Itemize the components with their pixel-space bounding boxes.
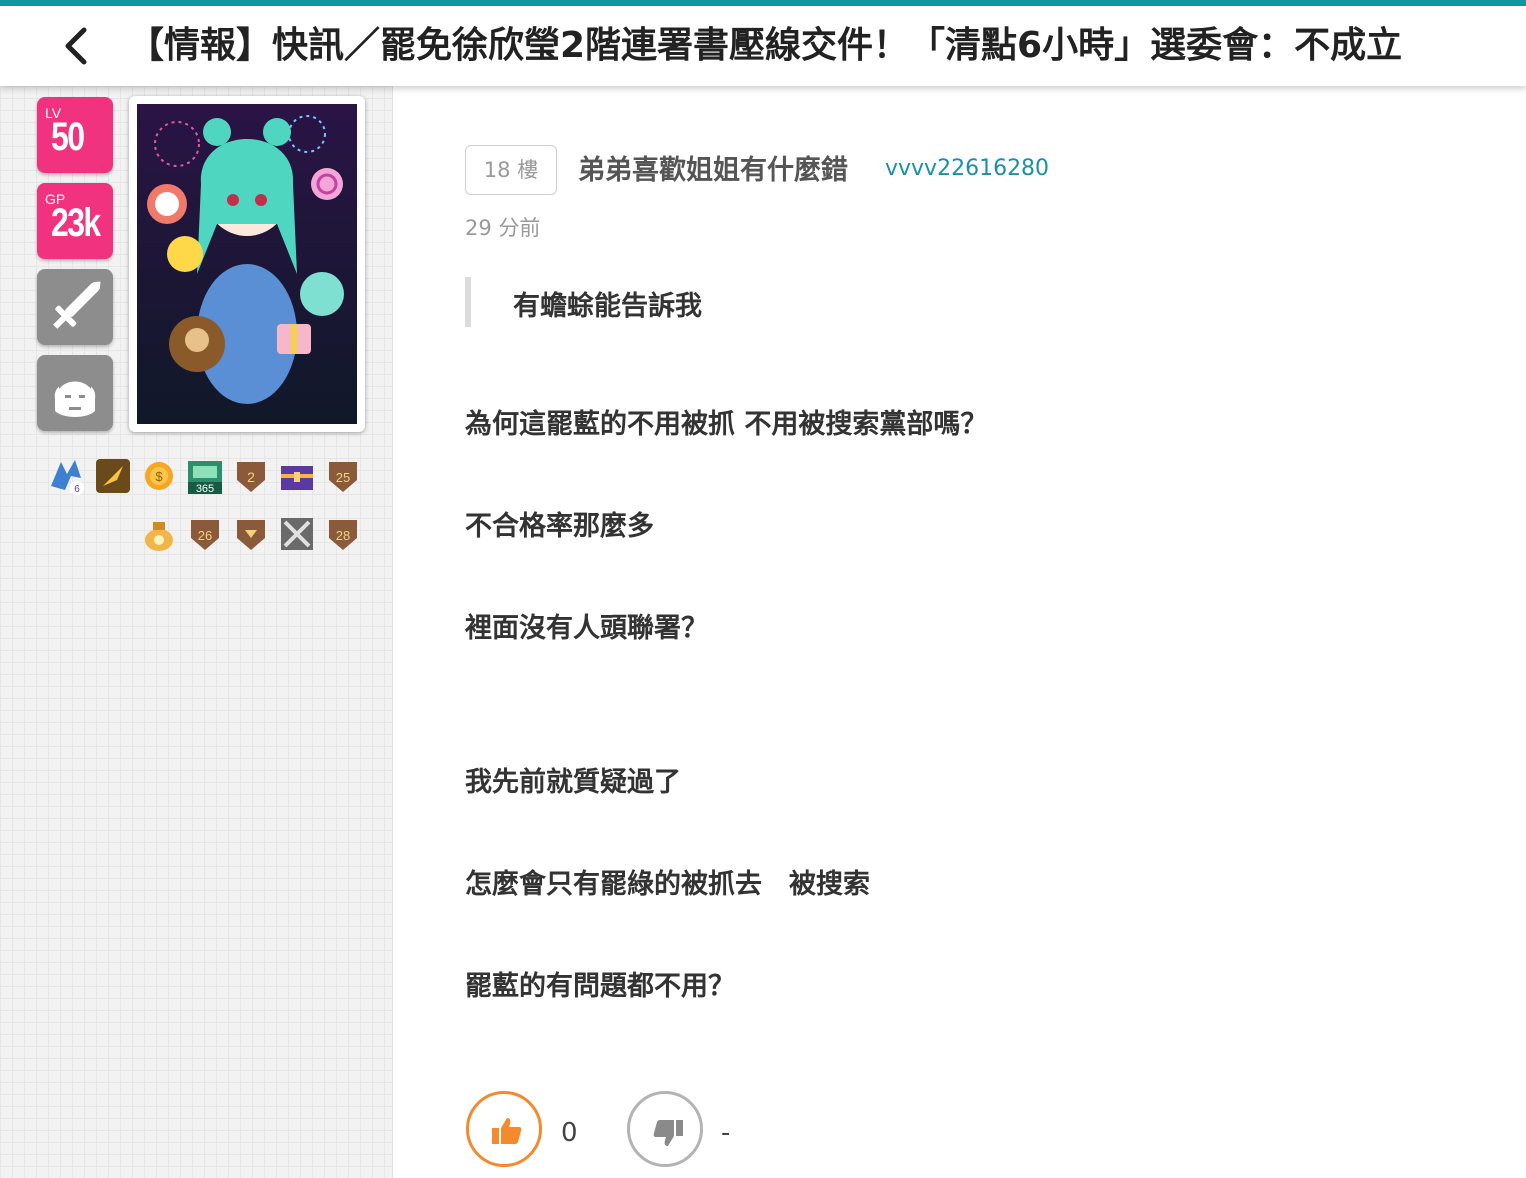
gp-badge[interactable]: GP 23k: [37, 183, 113, 259]
shield-badge-icon[interactable]: [231, 514, 271, 554]
post-line: 為何這罷藍的不用被抓 不用被搜索黨部嗎？: [465, 409, 988, 440]
calendar-badge-icon[interactable]: 365: [185, 456, 225, 496]
like-count: 0: [561, 1118, 578, 1148]
coin-badge-icon[interactable]: $: [139, 456, 179, 496]
svg-text:2: 2: [247, 469, 255, 485]
like-button[interactable]: [466, 1091, 542, 1167]
back-button[interactable]: [50, 20, 102, 72]
svg-text:$: $: [155, 469, 163, 484]
money-bag-badge-icon[interactable]: [139, 514, 179, 554]
post-line: 怎麼會只有罷綠的被抓去 被搜索: [465, 869, 870, 900]
feather-badge-icon[interactable]: [93, 456, 133, 496]
face-icon: [54, 376, 96, 417]
floor-number[interactable]: 18 樓: [465, 145, 557, 195]
thumbs-up-icon: [492, 1118, 522, 1144]
level-value: 50: [51, 115, 85, 159]
page-title: 【情報】快訊／罷免徐欣瑩2階連署書壓線交件！「清點6小時」選委會：不成立: [128, 25, 1403, 66]
svg-text:28: 28: [336, 528, 350, 543]
quote-text: 有蟾蜍能告訴我: [513, 291, 702, 322]
page-header: 【情報】快訊／罷免徐欣瑩2階連署書壓線交件！「清點6小時」選委會：不成立: [0, 6, 1526, 86]
post-line: 罷藍的有問題都不用？: [465, 971, 735, 1002]
chest-badge-icon[interactable]: [277, 456, 317, 496]
race-badge[interactable]: [37, 355, 113, 431]
svg-text:26: 26: [198, 528, 212, 543]
post-timestamp: 29 分前: [465, 216, 541, 240]
avatar: [137, 104, 357, 424]
level-badge[interactable]: LV 50: [37, 97, 113, 173]
crossed-swords-badge-icon[interactable]: [277, 514, 317, 554]
sword-icon: [53, 281, 101, 329]
author-id-link[interactable]: vvvv22616280: [885, 156, 1049, 181]
author-nickname[interactable]: 弟弟喜歡姐姐有什麼錯: [578, 148, 848, 187]
chevron-left-icon: [65, 27, 87, 65]
shield-badge-icon[interactable]: 26: [185, 514, 225, 554]
thumbs-down-icon: [653, 1120, 683, 1146]
post-line: 不合格率那麼多: [465, 511, 654, 542]
shield-badge-icon[interactable]: 2: [231, 456, 271, 496]
avatar-card[interactable]: [129, 96, 365, 432]
post-line: 裡面沒有人頭聯署？: [465, 613, 708, 644]
dislike-button[interactable]: [627, 1091, 703, 1167]
quote-bar: [465, 277, 471, 327]
shield-badge-icon[interactable]: 25: [323, 456, 363, 496]
gp-value: 23k: [51, 201, 101, 245]
dragon-badge-icon[interactable]: 6: [47, 456, 87, 496]
dislike-count: -: [721, 1118, 731, 1148]
class-badge[interactable]: [37, 269, 113, 345]
shield-badge-icon[interactable]: 28: [323, 514, 363, 554]
svg-text:6: 6: [74, 484, 80, 495]
svg-text:25: 25: [336, 470, 350, 485]
post-line: 我先前就質疑過了: [465, 767, 681, 798]
svg-text:365: 365: [196, 483, 214, 495]
